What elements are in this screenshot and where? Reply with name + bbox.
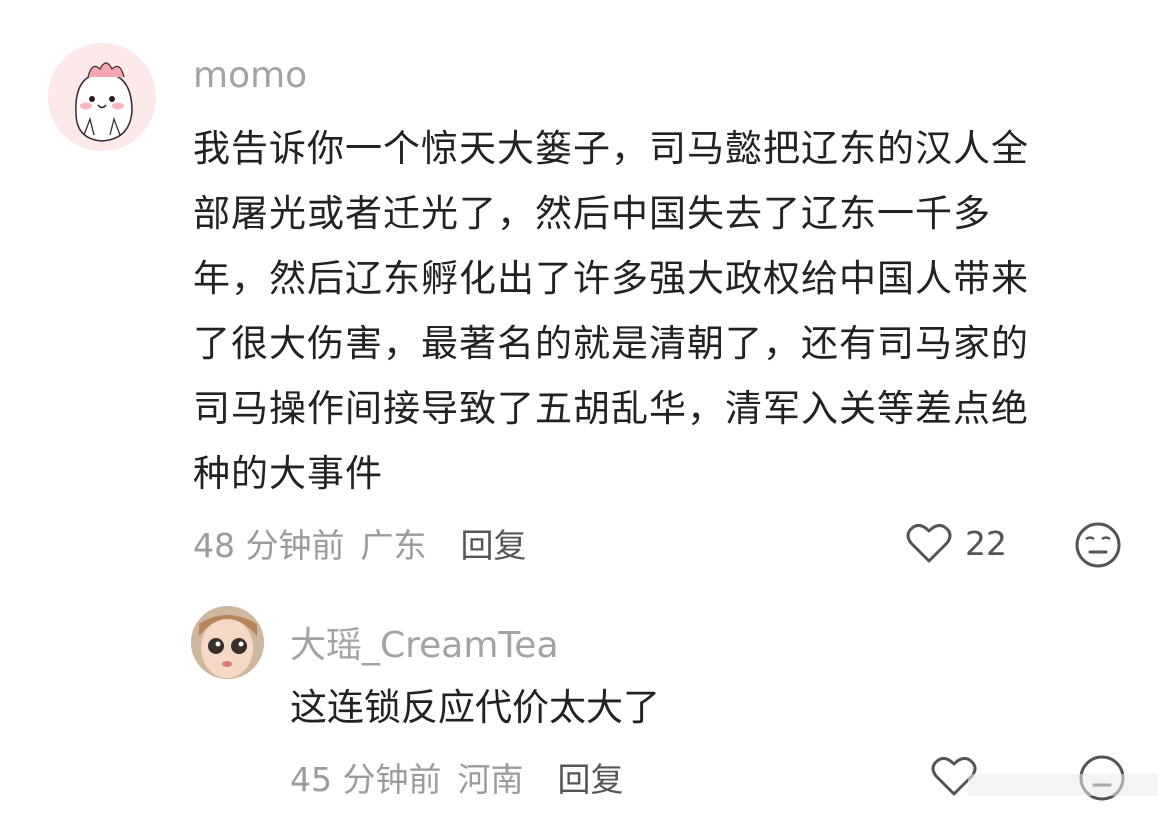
comment-text: 这连锁反应代价太大了 <box>290 686 660 729</box>
like-button[interactable]: 22 <box>905 521 1007 565</box>
like-count: 22 <box>965 523 1007 563</box>
user-avatar[interactable] <box>191 606 264 679</box>
heart-outline-icon <box>906 524 952 563</box>
location: 广东 <box>360 526 427 565</box>
comment-meta: 45 分钟前 河南 回复 <box>290 754 623 800</box>
username[interactable]: 大瑶_CreamTea <box>290 616 559 668</box>
comment-meta: 48 分钟前 广东 回复 <box>193 520 526 566</box>
comment-text: 我告诉你一个惊天大篓子，司马懿把辽东的汉人全 部屠光或者迁光了，然后中国失去了辽… <box>193 127 1029 495</box>
watermark <box>968 770 1158 800</box>
watermark-pattern <box>968 774 1158 796</box>
reply-button[interactable]: 回复 <box>460 519 526 567</box>
user-avatar[interactable] <box>48 43 156 151</box>
pink-cartoon-dinosaur-avatar-icon <box>48 43 156 151</box>
reply-button[interactable]: 回复 <box>557 753 623 801</box>
emoji-react-button[interactable] <box>1074 521 1122 569</box>
username[interactable]: momo <box>193 55 307 96</box>
timestamp: 45 分钟前 <box>290 760 442 799</box>
meh-face-icon <box>1075 522 1121 568</box>
doll-avatar-icon <box>191 606 264 679</box>
location: 河南 <box>457 760 524 799</box>
timestamp: 48 分钟前 <box>193 526 345 565</box>
